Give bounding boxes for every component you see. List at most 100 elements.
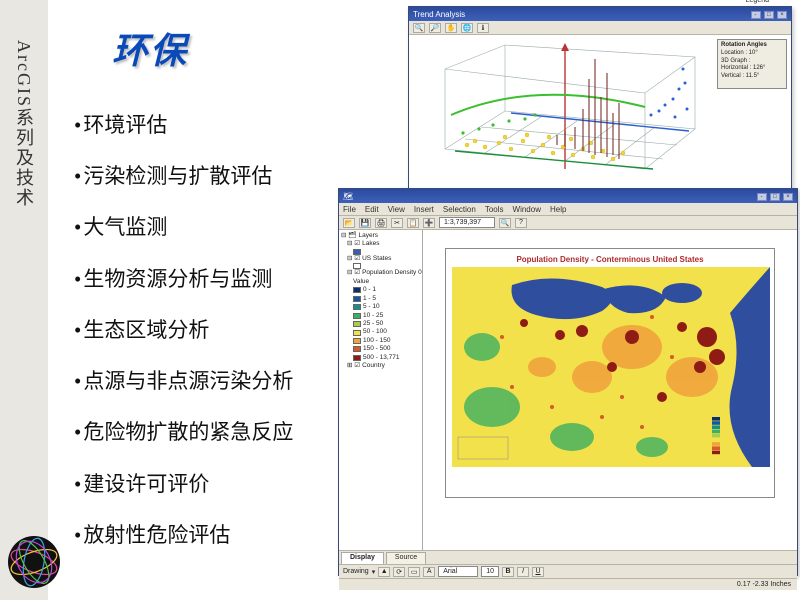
trend-title: Trend Analysis bbox=[413, 10, 465, 19]
map-frame: Population Density - Conterminous United… bbox=[445, 248, 775, 498]
maximize-button[interactable]: □ bbox=[764, 11, 774, 19]
trend-toolbar: 🔍 🔎 ✋ 🌐 ℹ Legend bbox=[409, 21, 791, 35]
bullet-item: 点源与非点源污染分析 bbox=[74, 356, 293, 407]
bullet-item: 生态区域分析 bbox=[74, 305, 293, 356]
open-icon[interactable]: 📂 bbox=[343, 218, 355, 228]
underline-icon[interactable]: U bbox=[532, 567, 544, 577]
italic-icon[interactable]: I bbox=[517, 567, 529, 577]
scale-input[interactable]: 1:3,739,397 bbox=[439, 217, 495, 228]
trend-3d-plot bbox=[415, 39, 715, 185]
copy-icon[interactable]: 📋 bbox=[407, 218, 419, 228]
swatch bbox=[353, 313, 361, 319]
arcmap-titlebar[interactable]: 🗺 - □ × bbox=[339, 189, 797, 203]
sidebar-title: ArcGIS系列及技术 bbox=[11, 40, 37, 208]
menu-selection[interactable]: Selection bbox=[443, 205, 476, 214]
swatch bbox=[353, 330, 361, 336]
add-data-icon[interactable]: ➕ bbox=[423, 218, 435, 228]
minimize-button[interactable]: - bbox=[757, 193, 767, 201]
swatch bbox=[353, 346, 361, 352]
toc-class-row[interactable]: 50 - 100 bbox=[341, 328, 420, 336]
rotation-title: Rotation Angles bbox=[721, 42, 783, 50]
class-label: 100 - 150 bbox=[363, 337, 390, 345]
toc-layer-country[interactable]: ⊞ ☑ Country bbox=[341, 362, 420, 370]
class-label: 25 - 50 bbox=[363, 320, 383, 328]
map-title: Population Density - Conterminous United… bbox=[446, 255, 774, 264]
class-label: 10 - 25 bbox=[363, 312, 383, 320]
zoom-in-icon[interactable]: 🔍 bbox=[413, 23, 425, 33]
font-select[interactable]: Arial bbox=[438, 566, 478, 577]
zoom-in-icon[interactable]: 🔍 bbox=[499, 218, 511, 228]
tab-source[interactable]: Source bbox=[386, 552, 426, 564]
rotation-row: Location : 10° bbox=[721, 50, 783, 58]
text-icon[interactable]: A bbox=[423, 567, 435, 577]
rotation-row: Horizontal : 126° bbox=[721, 65, 783, 73]
help-icon[interactable]: ? bbox=[515, 218, 527, 228]
print-icon[interactable]: 🖨 bbox=[375, 218, 387, 228]
toc-layer-popdens[interactable]: ⊟ ☑ Population Density 0 bbox=[341, 269, 420, 277]
swatch bbox=[353, 355, 361, 361]
drawing-toolbar: Drawing ▾ ▲ ⟳ ▭ A Arial 10 B I U bbox=[339, 564, 797, 578]
trend-titlebar[interactable]: Trend Analysis - □ × bbox=[409, 7, 791, 21]
rotate-icon[interactable]: ⟳ bbox=[393, 567, 405, 577]
toc-layer-lakes[interactable]: ⊟ ☑ Lakes bbox=[341, 240, 420, 248]
toc-class-row[interactable]: 5 - 10 bbox=[341, 303, 420, 311]
status-bar: 0.17 -2.33 Inches bbox=[339, 578, 797, 590]
menu-insert[interactable]: Insert bbox=[414, 205, 434, 214]
toc-class-row[interactable]: 10 - 25 bbox=[341, 312, 420, 320]
toc-tabs: Display Source bbox=[339, 550, 797, 564]
toc-layer-states[interactable]: ⊟ ☑ US States bbox=[341, 255, 420, 263]
menu-edit[interactable]: Edit bbox=[365, 205, 379, 214]
maximize-button[interactable]: □ bbox=[770, 193, 780, 201]
swatch bbox=[353, 287, 361, 293]
tab-display[interactable]: Display bbox=[341, 552, 384, 564]
swatch bbox=[353, 338, 361, 344]
close-button[interactable]: × bbox=[783, 193, 793, 201]
density-map bbox=[452, 267, 770, 467]
legend-label: Legend bbox=[744, 0, 771, 4]
menu-tools[interactable]: Tools bbox=[485, 205, 504, 214]
bullet-list: 环境评估 污染检测与扩散评估 大气监测 生物资源分析与监测 生态区域分析 点源与… bbox=[74, 100, 293, 561]
toc-class-row[interactable]: 1 - 5 bbox=[341, 295, 420, 303]
window-buttons: - □ × bbox=[756, 191, 793, 201]
close-button[interactable]: × bbox=[777, 11, 787, 19]
shape-icon[interactable]: ▭ bbox=[408, 567, 420, 577]
toc-class-row[interactable]: 150 - 500 bbox=[341, 345, 420, 353]
toc-class-row[interactable]: 25 - 50 bbox=[341, 320, 420, 328]
save-icon[interactable]: 💾 bbox=[359, 218, 371, 228]
bullet-item: 建设许可评价 bbox=[74, 459, 293, 510]
map-canvas[interactable]: Population Density - Conterminous United… bbox=[423, 230, 797, 550]
toc-class-row[interactable]: 0 - 1 bbox=[341, 286, 420, 294]
menu-help[interactable]: Help bbox=[550, 205, 566, 214]
rotation-panel: Rotation Angles Location : 10° 3D Graph … bbox=[717, 39, 787, 89]
fontsize-select[interactable]: 10 bbox=[481, 566, 499, 577]
window-buttons: - □ × bbox=[750, 9, 787, 19]
bullet-item: 大气监测 bbox=[74, 202, 293, 253]
globe-logo bbox=[6, 534, 62, 590]
globe-icon[interactable]: 🌐 bbox=[461, 23, 473, 33]
bullet-item: 污染检测与扩散评估 bbox=[74, 151, 293, 202]
menu-view[interactable]: View bbox=[388, 205, 405, 214]
menu-window[interactable]: Window bbox=[513, 205, 541, 214]
minimize-button[interactable]: - bbox=[751, 11, 761, 19]
class-label: 500 - 13,771 bbox=[363, 354, 400, 362]
page-title: 环保 bbox=[112, 22, 188, 74]
class-label: 0 - 1 bbox=[363, 286, 376, 294]
swatch bbox=[353, 296, 361, 302]
bullet-item: 生物资源分析与监测 bbox=[74, 254, 293, 305]
menubar: File Edit View Insert Selection Tools Wi… bbox=[339, 203, 797, 216]
cut-icon[interactable]: ✂ bbox=[391, 218, 403, 228]
pan-icon[interactable]: ✋ bbox=[445, 23, 457, 33]
arcmap-window: 🗺 - □ × File Edit View Insert Selection … bbox=[338, 188, 798, 576]
drawing-label: Drawing bbox=[343, 568, 369, 575]
toc-class-row[interactable]: 100 - 150 bbox=[341, 337, 420, 345]
table-of-contents[interactable]: ⊟ 🗂 Layers ⊟ ☑ Lakes ⊟ ☑ US States ⊟ ☑ P… bbox=[339, 230, 423, 550]
zoom-out-icon[interactable]: 🔎 bbox=[429, 23, 441, 33]
menu-file[interactable]: File bbox=[343, 205, 356, 214]
arcmap-toolbar: 📂 💾 🖨 ✂ 📋 ➕ 1:3,739,397 🔍 ? bbox=[339, 216, 797, 230]
arcmap-body: ⊟ 🗂 Layers ⊟ ☑ Lakes ⊟ ☑ US States ⊟ ☑ P… bbox=[339, 230, 797, 550]
toc-class-row[interactable]: 500 - 13,771 bbox=[341, 354, 420, 362]
info-icon[interactable]: ℹ bbox=[477, 23, 489, 33]
bullet-item: 危险物扩散的紧急反应 bbox=[74, 407, 293, 458]
bold-icon[interactable]: B bbox=[502, 567, 514, 577]
pointer-icon[interactable]: ▲ bbox=[378, 567, 390, 577]
